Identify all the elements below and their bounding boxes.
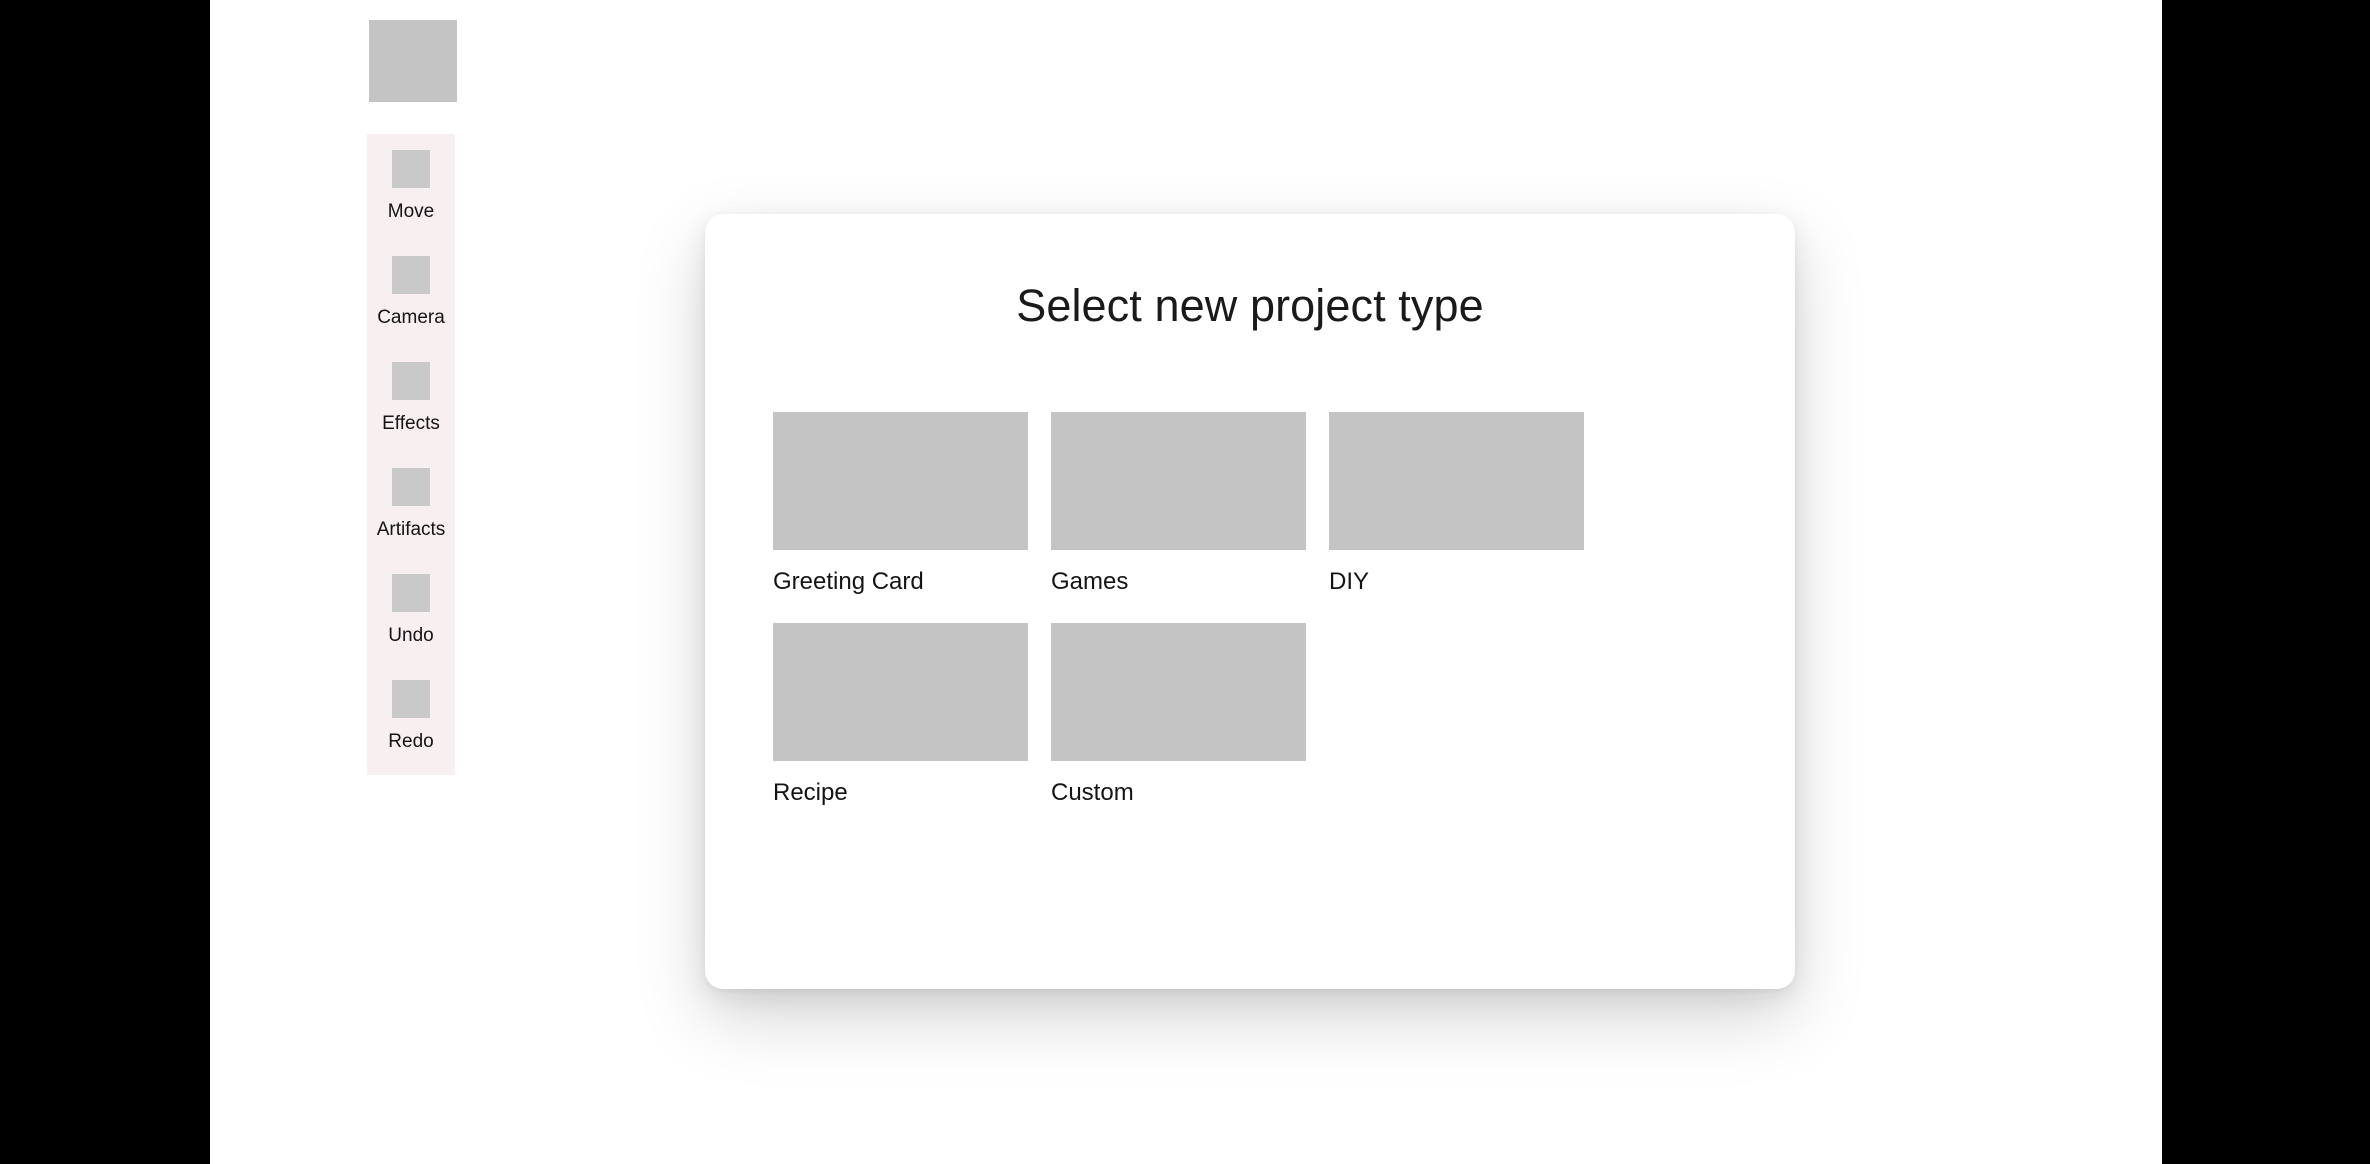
project-type-label: Greeting Card (773, 568, 924, 595)
project-type-card-greeting-card[interactable]: Greeting Card (773, 412, 1028, 596)
recipe-thumbnail (773, 623, 1028, 761)
letterbox-right (2162, 0, 2370, 1164)
greeting-card-thumbnail (773, 412, 1028, 550)
project-type-card-diy[interactable]: DIY (1329, 412, 1584, 596)
project-type-label: Recipe (773, 779, 848, 806)
diy-thumbnail (1329, 412, 1584, 550)
project-type-card-custom[interactable]: Custom (1051, 623, 1306, 807)
project-type-card-games[interactable]: Games (1051, 412, 1306, 596)
app-canvas: Move Camera Effects Artifacts Undo Redo (210, 0, 2162, 1164)
screen: Move Camera Effects Artifacts Undo Redo (0, 0, 2370, 1164)
custom-thumbnail (1051, 623, 1306, 761)
select-project-type-dialog: Select new project type Greeting Card Ga… (705, 214, 1795, 989)
letterbox-left (0, 0, 210, 1164)
project-type-label: DIY (1329, 568, 1370, 595)
page-title: Select new project type (1016, 280, 1484, 331)
project-type-label: Custom (1051, 779, 1134, 806)
project-type-card-recipe[interactable]: Recipe (773, 623, 1028, 807)
project-type-label: Games (1051, 568, 1129, 595)
modal-overlay: Select new project type Greeting Card Ga… (210, 0, 2162, 1164)
games-thumbnail (1051, 412, 1306, 550)
project-type-grid: Greeting Card Games DIY Recipe Custom (773, 412, 1733, 807)
